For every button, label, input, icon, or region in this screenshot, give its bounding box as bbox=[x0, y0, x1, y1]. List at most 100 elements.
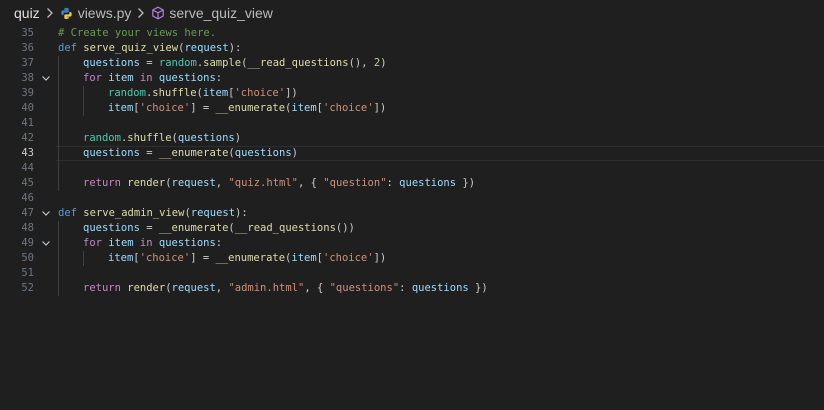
code-token: item bbox=[108, 102, 134, 114]
code-text: return render(request, "admin.html", { "… bbox=[83, 281, 488, 296]
code-token: ]) bbox=[285, 87, 298, 99]
code-token: return bbox=[83, 177, 128, 189]
code-line[interactable]: 52 return render(request, "admin.html", {… bbox=[0, 281, 824, 296]
method-cube-icon bbox=[151, 6, 165, 20]
python-file-icon bbox=[60, 7, 73, 20]
code-token: in bbox=[133, 237, 159, 249]
code-line[interactable]: 47 def serve_admin_view(request): bbox=[0, 206, 824, 221]
code-token: __read_questions bbox=[234, 222, 336, 234]
code-token: item bbox=[291, 102, 317, 114]
code-line[interactable]: 37 questions = random.sample(__read_quest… bbox=[0, 56, 824, 71]
code-token: , bbox=[215, 177, 229, 189]
code-line[interactable]: 48 questions = __enumerate(__read_questio… bbox=[0, 221, 824, 236]
line-number: 50 bbox=[21, 252, 34, 264]
code-token: questions bbox=[83, 57, 140, 69]
code-token: serve_admin_view bbox=[83, 207, 185, 219]
code-text: for item in questions: bbox=[83, 236, 222, 251]
code-token: : bbox=[215, 72, 223, 84]
code-token: shuffle bbox=[152, 87, 197, 99]
code-line[interactable]: 36 def serve_quiz_view(request): bbox=[0, 41, 824, 56]
code-token: }) bbox=[468, 282, 488, 294]
breadcrumb-file-label: views.py bbox=[77, 5, 132, 21]
code-text: random.shuffle(item['choice']) bbox=[108, 86, 298, 101]
code-token: __enumerate bbox=[158, 147, 229, 159]
code-token: (), bbox=[348, 57, 374, 69]
breadcrumb-folder[interactable]: quiz bbox=[14, 5, 40, 21]
code-token: questions bbox=[158, 237, 216, 249]
code-token: item bbox=[108, 72, 134, 84]
code-token: ) bbox=[380, 57, 387, 69]
indent-guide bbox=[83, 86, 84, 101]
code-text: return render(request, "quiz.html", { "q… bbox=[83, 176, 475, 191]
code-line[interactable]: 35 # Create your views here. bbox=[0, 26, 824, 41]
indent-guide bbox=[58, 251, 59, 266]
line-number: 45 bbox=[21, 177, 34, 189]
code-line[interactable]: 39 random.shuffle(item['choice']) bbox=[0, 86, 824, 101]
code-line[interactable]: 49 for item in questions: bbox=[0, 236, 824, 251]
code-text: item['choice'] = __enumerate(item['choic… bbox=[108, 251, 386, 266]
code-token: __enumerate bbox=[158, 222, 229, 234]
indent-guide bbox=[58, 146, 59, 161]
code-token: 'choice' bbox=[323, 102, 374, 114]
code-token: __enumerate bbox=[215, 102, 286, 114]
code-token: for bbox=[83, 72, 109, 84]
code-line[interactable]: 42 random.shuffle(questions) bbox=[0, 131, 824, 146]
code-token: 'choice' bbox=[323, 252, 374, 264]
code-text: questions = __enumerate(__read_questions… bbox=[83, 221, 355, 236]
code-line[interactable]: 38 for item in questions: bbox=[0, 71, 824, 86]
indent-guide bbox=[58, 116, 59, 131]
code-token: request bbox=[184, 42, 229, 54]
code-line[interactable]: 44 bbox=[0, 161, 824, 176]
code-text: item['choice'] = __enumerate(item['choic… bbox=[108, 101, 386, 116]
breadcrumb-file[interactable]: views.py bbox=[60, 5, 132, 21]
code-token: item bbox=[108, 237, 134, 249]
breadcrumb: quiz views.py serve_quiz_view bbox=[0, 0, 824, 26]
indent-guide bbox=[58, 71, 59, 86]
code-text: def serve_admin_view(request): bbox=[58, 206, 248, 221]
code-text: for item in questions: bbox=[83, 71, 222, 86]
indent-guide bbox=[58, 176, 59, 191]
code-line[interactable]: 45 return render(request, "quiz.html", { … bbox=[0, 176, 824, 191]
code-line[interactable]: 40 item['choice'] = __enumerate(item['cho… bbox=[0, 101, 824, 116]
line-number: 37 bbox=[21, 57, 34, 69]
line-number: 44 bbox=[21, 162, 34, 174]
code-token: "quiz.html" bbox=[228, 177, 298, 189]
code-line[interactable]: 51 bbox=[0, 266, 824, 281]
code-token: __read_questions bbox=[247, 57, 349, 69]
indent-guide bbox=[58, 161, 59, 176]
code-token: render bbox=[127, 177, 166, 189]
line-number: 51 bbox=[21, 267, 34, 279]
code-token: request bbox=[190, 207, 236, 219]
code-line[interactable]: 41 bbox=[0, 116, 824, 131]
breadcrumb-symbol-label: serve_quiz_view bbox=[169, 5, 273, 21]
line-number: 43 bbox=[21, 147, 34, 159]
code-token: questions bbox=[411, 282, 469, 294]
line-number: 36 bbox=[21, 42, 34, 54]
breadcrumb-folder-label: quiz bbox=[14, 5, 40, 21]
code-line[interactable]: 43 questions = __enumerate(questions) bbox=[0, 146, 824, 161]
code-token: # Create your views here. bbox=[58, 27, 217, 39]
line-number: 38 bbox=[21, 72, 34, 84]
line-number: 42 bbox=[21, 132, 34, 144]
editor-window: quiz views.py serve_quiz_view 35 # Creat… bbox=[0, 0, 824, 410]
code-token: ): bbox=[228, 42, 242, 54]
code-token: __enumerate bbox=[215, 252, 286, 264]
code-token: request bbox=[171, 177, 216, 189]
code-line[interactable]: 50 item['choice'] = __enumerate(item['cho… bbox=[0, 251, 824, 266]
code-token: = bbox=[139, 222, 159, 234]
line-number: 39 bbox=[21, 87, 34, 99]
code-token: ) bbox=[291, 147, 298, 159]
chevron-right-icon bbox=[46, 7, 54, 19]
code-token: "admin.html" bbox=[228, 282, 305, 294]
code-token: 'choice' bbox=[139, 252, 191, 264]
code-token: questions bbox=[158, 72, 216, 84]
code-line[interactable]: 46 bbox=[0, 191, 824, 206]
code-token: def bbox=[58, 42, 84, 54]
code-editor[interactable]: 35 # Create your views here. 36 def serve_q… bbox=[0, 26, 824, 410]
code-token: , { bbox=[298, 177, 324, 189]
breadcrumb-symbol[interactable]: serve_quiz_view bbox=[151, 5, 273, 21]
code-text: random.shuffle(questions) bbox=[83, 131, 241, 146]
code-token: ]) bbox=[373, 102, 387, 114]
indent-guide bbox=[58, 281, 59, 296]
indent-guide bbox=[58, 221, 59, 236]
